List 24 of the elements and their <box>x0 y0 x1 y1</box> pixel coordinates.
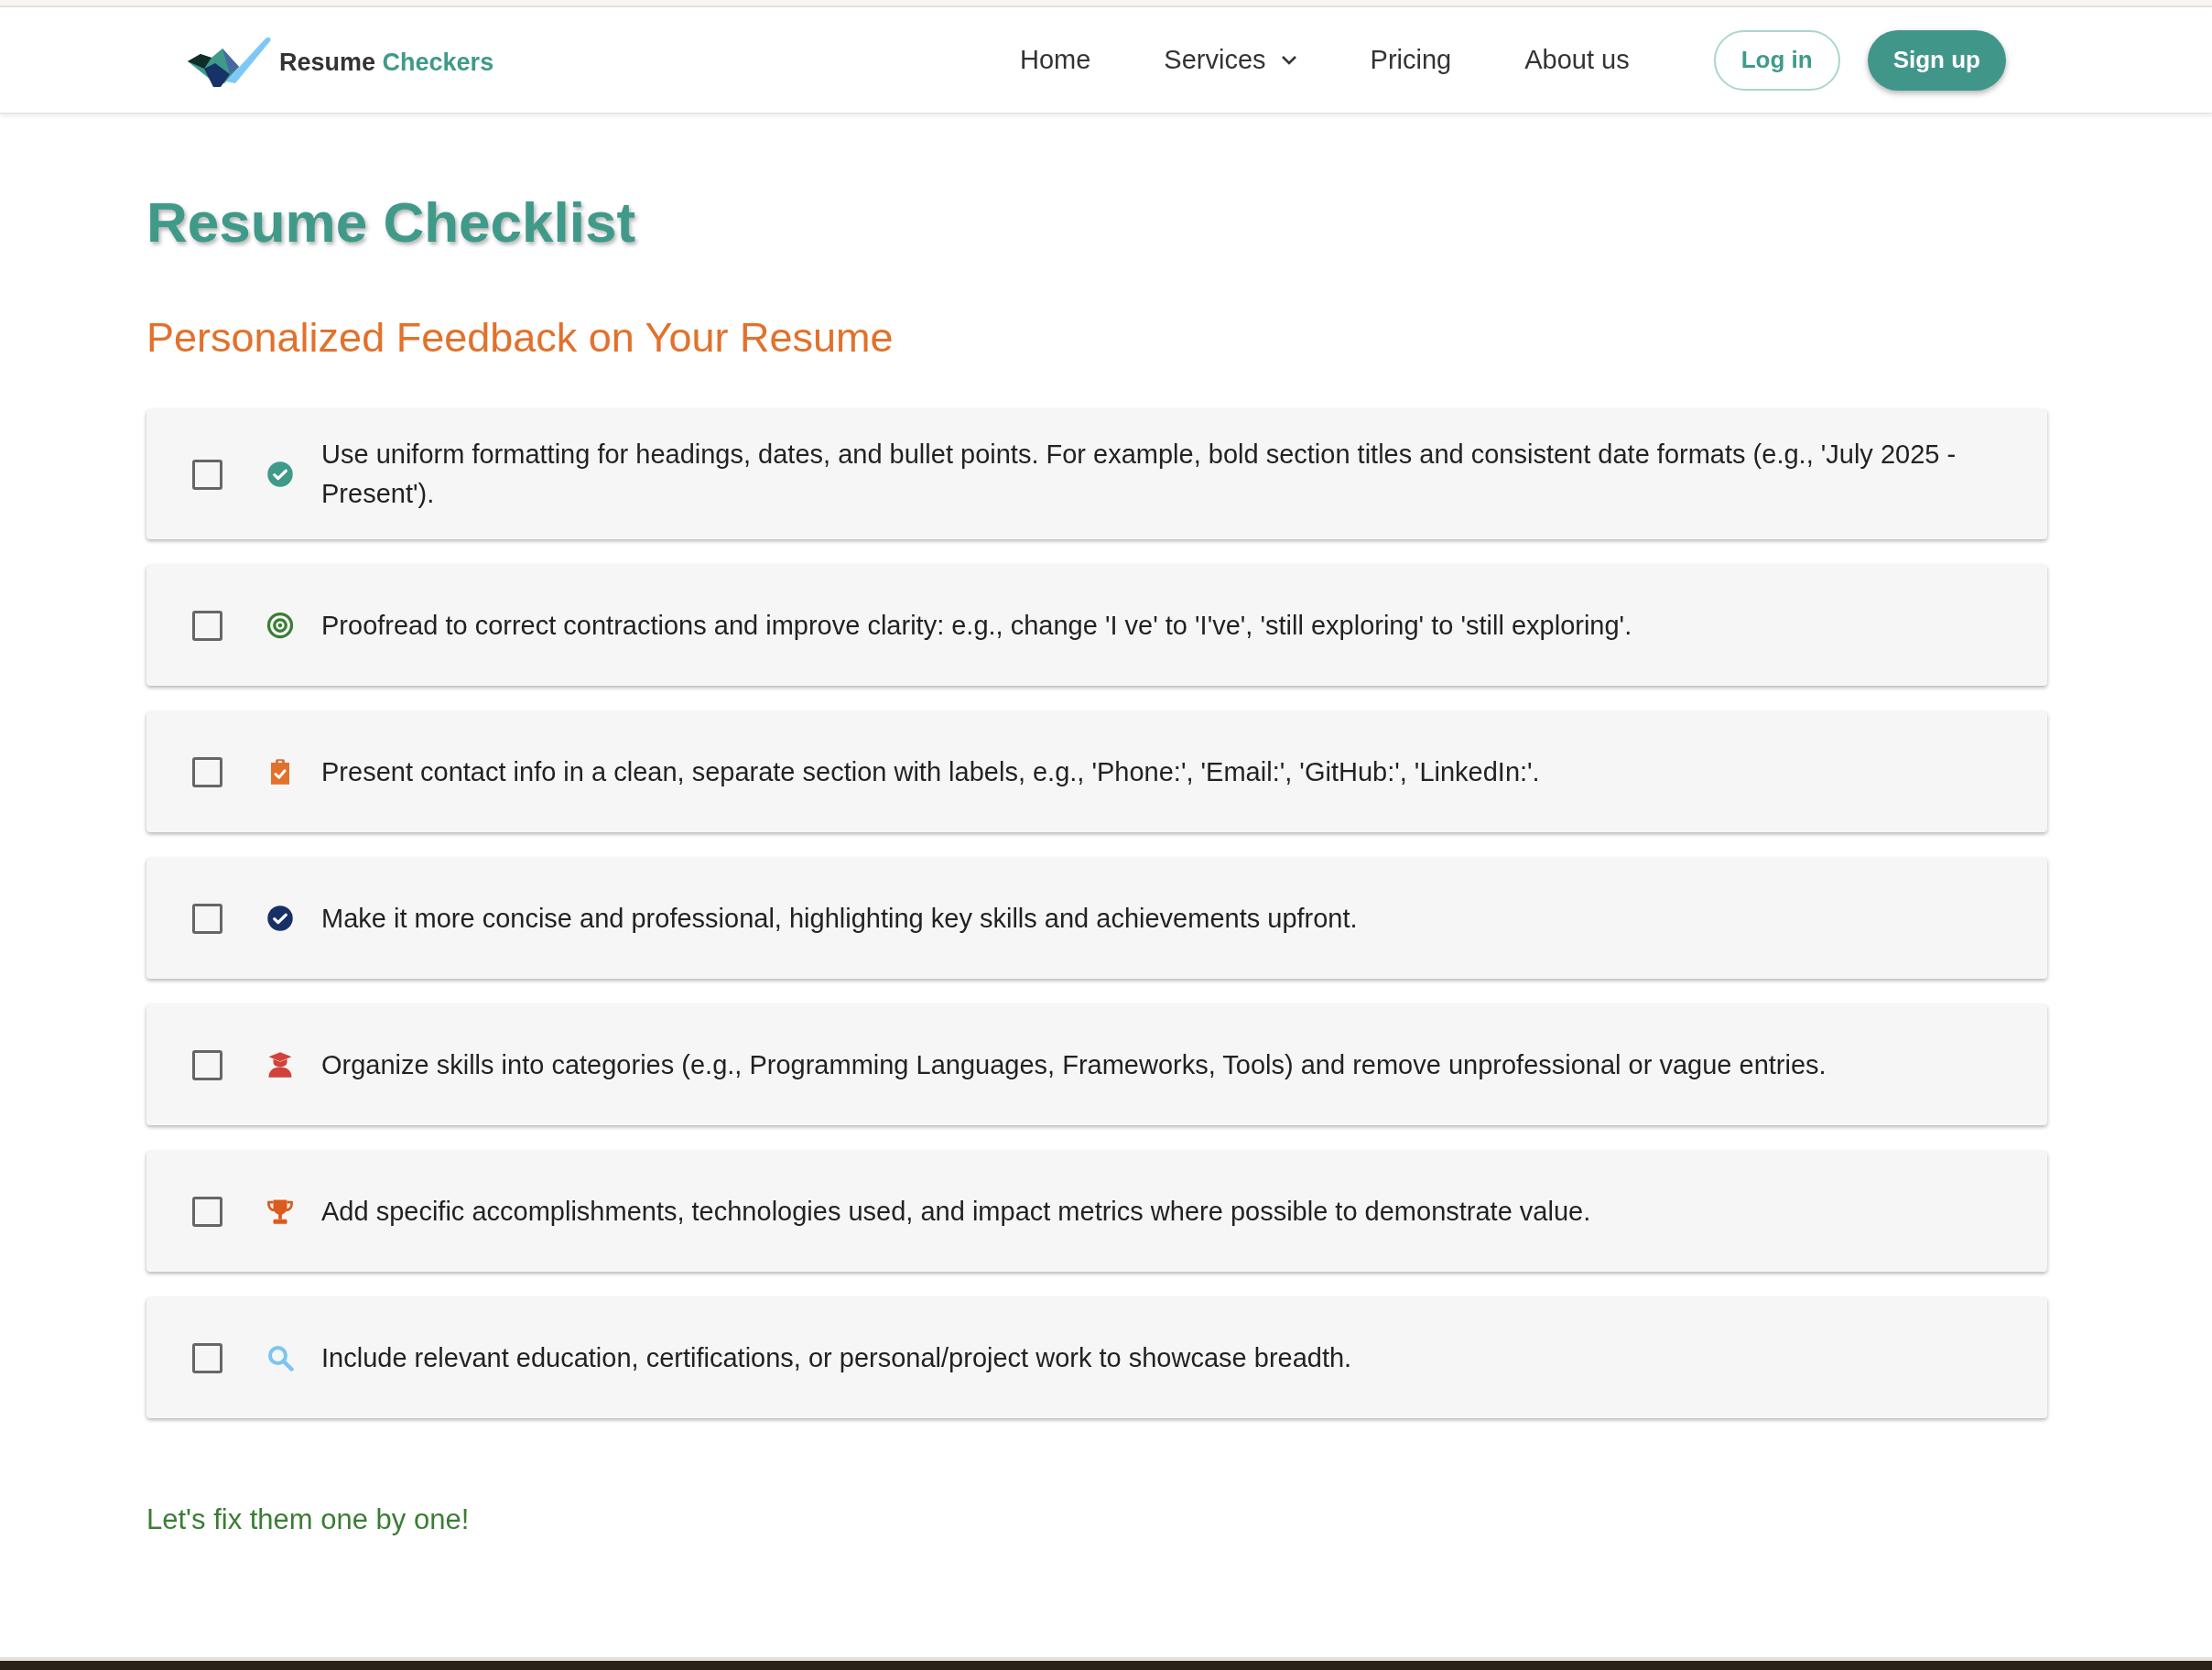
checklist-text: Proofread to correct contractions and improve clarity: e.g., change 'I ve' to 'I've', 'still exploring' to 'still exploring'. <box>321 609 1632 642</box>
checklist-text: Present contact info in a clean, separate section with labels, e.g., 'Phone:', 'Email:', 'GitHub:', 'LinkedIn:'. <box>321 755 1540 788</box>
nav-link[interactable]: Pricing <box>1370 39 1452 81</box>
logo-text[interactable]: Resume Checkers <box>279 44 494 81</box>
footer-note: Let's fix them one by one! <box>146 1502 471 1537</box>
checkbox[interactable] <box>192 1049 222 1080</box>
checkbox[interactable] <box>192 459 222 490</box>
nav-link[interactable]: Home <box>1020 39 1091 81</box>
checklist-text: Organize skills into categories (e.g., Programming Languages, Frameworks, Tools) and remove unprofessional or vague entries. <box>321 1048 1827 1081</box>
page-subtitle: Personalized Feedback on Your Resume <box>146 317 895 358</box>
nav-dropdown[interactable]: Services <box>1164 39 1297 81</box>
signup-button[interactable]: Sign up <box>1867 29 2006 91</box>
checklist-text: Include relevant education, certifications, or personal/project work to showcase breadth. <box>321 1341 1352 1374</box>
nav-link[interactable]: About us <box>1524 39 1630 81</box>
page-title: Resume Checklist <box>146 194 637 251</box>
checklist-text: Use uniform formatting for headings, dates, and bullet points. For example, bold section titles and consistent date formats (e.g., 'July 2025 - Present'). <box>321 439 1957 510</box>
checkbox[interactable] <box>192 756 222 787</box>
checkbox[interactable] <box>192 903 222 934</box>
checkbox[interactable] <box>192 1196 222 1227</box>
checkbox[interactable] <box>192 610 222 641</box>
checklist-text: Make it more concise and professional, highlighting key skills and achievements upfront. <box>321 902 1358 935</box>
chevron-down-icon <box>1280 54 1297 66</box>
checklist-text: Add specific accomplishments, technologies used, and impact metrics where possible to demonstrate value. <box>321 1195 1591 1228</box>
checkbox[interactable] <box>192 1342 222 1373</box>
